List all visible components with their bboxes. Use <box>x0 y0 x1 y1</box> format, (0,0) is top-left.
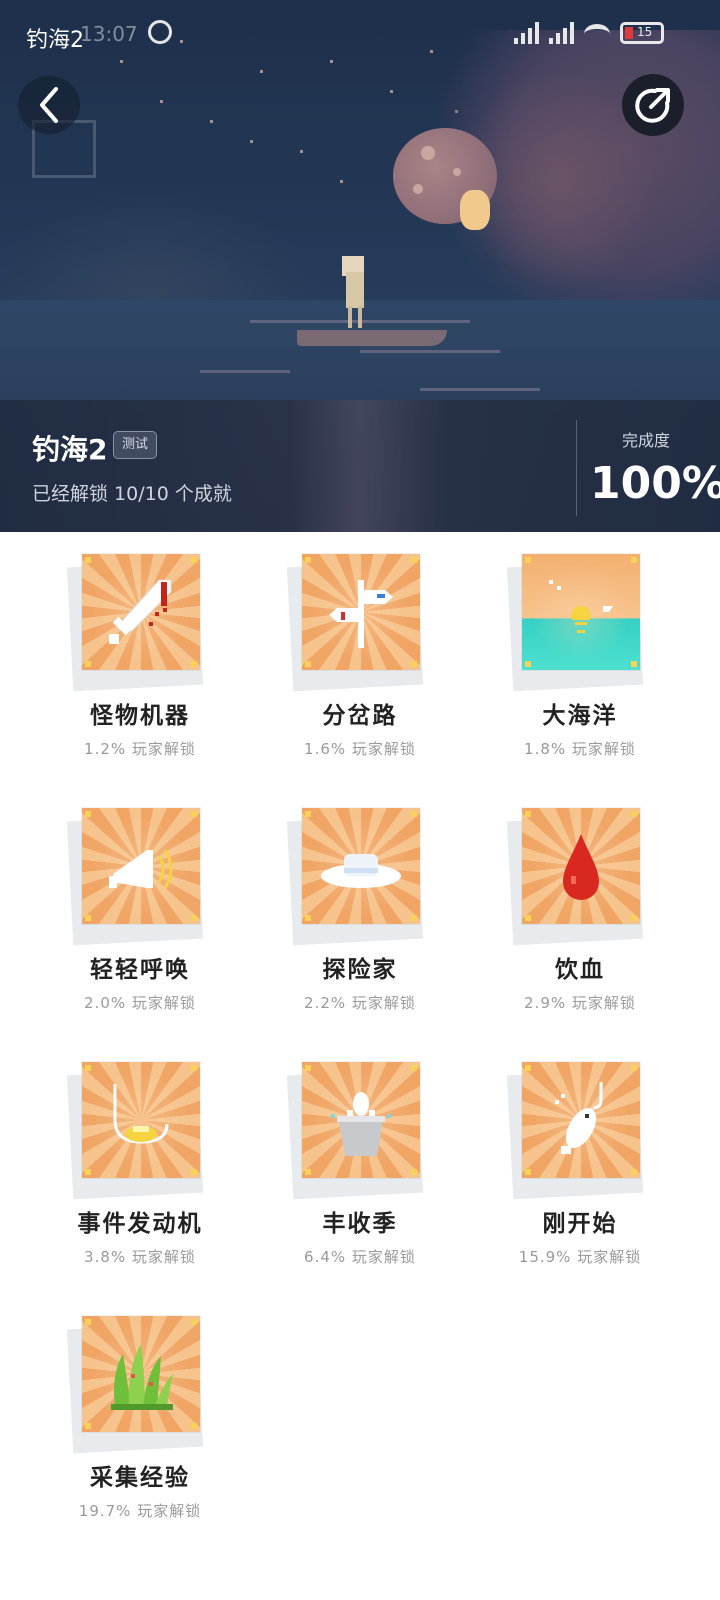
achievement-rate: 2.9% 玩家解锁 <box>524 994 636 1012</box>
battery-icon: 15 <box>620 22 664 44</box>
achievement-item[interactable]: 刚开始 15.9% 玩家解锁 <box>470 1048 690 1278</box>
achievement-name: 探险家 <box>322 957 398 983</box>
hook-gold-icon <box>113 1084 169 1144</box>
achievement-badge <box>82 554 200 670</box>
wifi-icon <box>584 24 610 44</box>
achievement-badge <box>302 1062 420 1178</box>
achievement-badge <box>302 808 420 924</box>
achievement-name: 事件发动机 <box>77 1211 203 1237</box>
achievement-rate: 1.8% 玩家解锁 <box>524 740 636 758</box>
achievement-badge <box>82 1316 200 1432</box>
achievement-item[interactable]: 饮血 2.9% 玩家解锁 <box>470 794 690 1024</box>
achievement-name: 饮血 <box>555 957 605 983</box>
achievement-item[interactable]: 轻轻呼唤 2.0% 玩家解锁 <box>30 794 250 1024</box>
seaweed-icon <box>111 1344 173 1410</box>
achievement-rate: 1.6% 玩家解锁 <box>304 740 416 758</box>
achievement-rate: 3.8% 玩家解锁 <box>84 1248 196 1266</box>
unlock-summary: 已经解锁 10/10 个成就 <box>32 483 232 505</box>
achievement-item[interactable]: 采集经验 19.7% 玩家解锁 <box>30 1302 250 1532</box>
achievement-rate: 2.0% 玩家解锁 <box>84 994 196 1012</box>
share-button[interactable] <box>622 74 684 136</box>
bucket-icon <box>331 1092 391 1156</box>
battery-level: 15 <box>637 25 653 39</box>
achievement-badge <box>82 808 200 924</box>
sword-icon <box>109 579 172 644</box>
sea-icon <box>549 580 613 633</box>
achievement-rate: 6.4% 玩家解锁 <box>304 1248 416 1266</box>
achievement-name: 大海洋 <box>542 703 618 729</box>
achievement-badge <box>82 1062 200 1178</box>
achievement-item[interactable]: 事件发动机 3.8% 玩家解锁 <box>30 1048 250 1278</box>
achievement-rate: 2.2% 玩家解锁 <box>304 994 416 1012</box>
boat <box>297 330 447 346</box>
achievement-rate: 19.7% 玩家解锁 <box>78 1502 202 1520</box>
chevron-left-icon <box>40 87 58 123</box>
achievement-badge <box>302 554 420 670</box>
share-icon <box>635 88 670 123</box>
achievement-name: 轻轻呼唤 <box>90 957 190 983</box>
completion-label: 完成度 <box>622 431 671 450</box>
game-hero-banner: 钓海2 13:07 15 钓海2 测试 已经解锁 10/10 个成就 完成度 1… <box>0 0 720 532</box>
status-time: 13:07 <box>80 22 138 46</box>
fish-hook-icon <box>555 1082 603 1154</box>
completion-value: 100% <box>590 458 720 509</box>
achievement-name: 丰收季 <box>322 1211 398 1237</box>
status-icons: 15 <box>514 22 664 44</box>
achievement-item[interactable]: 探险家 2.2% 玩家解锁 <box>250 794 470 1024</box>
achievement-item[interactable]: 丰收季 6.4% 玩家解锁 <box>250 1048 470 1278</box>
achievement-rate: 1.2% 玩家解锁 <box>84 740 196 758</box>
achievement-rate: 15.9% 玩家解锁 <box>518 1248 642 1266</box>
achievement-item[interactable]: 怪物机器 1.2% 玩家解锁 <box>30 540 250 770</box>
alarm-icon <box>148 20 172 44</box>
blood-drop-icon <box>563 834 599 900</box>
horn-icon <box>109 849 173 889</box>
achievement-item[interactable]: 大海洋 1.8% 玩家解锁 <box>470 540 690 770</box>
game-title: 钓海2 <box>32 433 108 466</box>
hat-icon <box>321 854 401 888</box>
achievement-badge <box>522 1062 640 1178</box>
signal-icon <box>514 22 539 44</box>
achievement-item[interactable]: 分岔路 1.6% 玩家解锁 <box>250 540 470 770</box>
achievement-name: 分岔路 <box>322 703 398 729</box>
status-app-name: 钓海2 <box>26 28 84 53</box>
achievement-name: 采集经验 <box>90 1465 190 1491</box>
signal-icon <box>549 22 574 44</box>
achievement-name: 刚开始 <box>542 1211 618 1237</box>
achievement-badge <box>522 808 640 924</box>
divider <box>576 420 577 516</box>
test-tag: 测试 <box>113 431 158 459</box>
signpost-icon <box>329 580 393 648</box>
back-button[interactable] <box>18 76 80 134</box>
achievement-name: 怪物机器 <box>90 703 190 729</box>
achievement-badge <box>522 554 640 670</box>
